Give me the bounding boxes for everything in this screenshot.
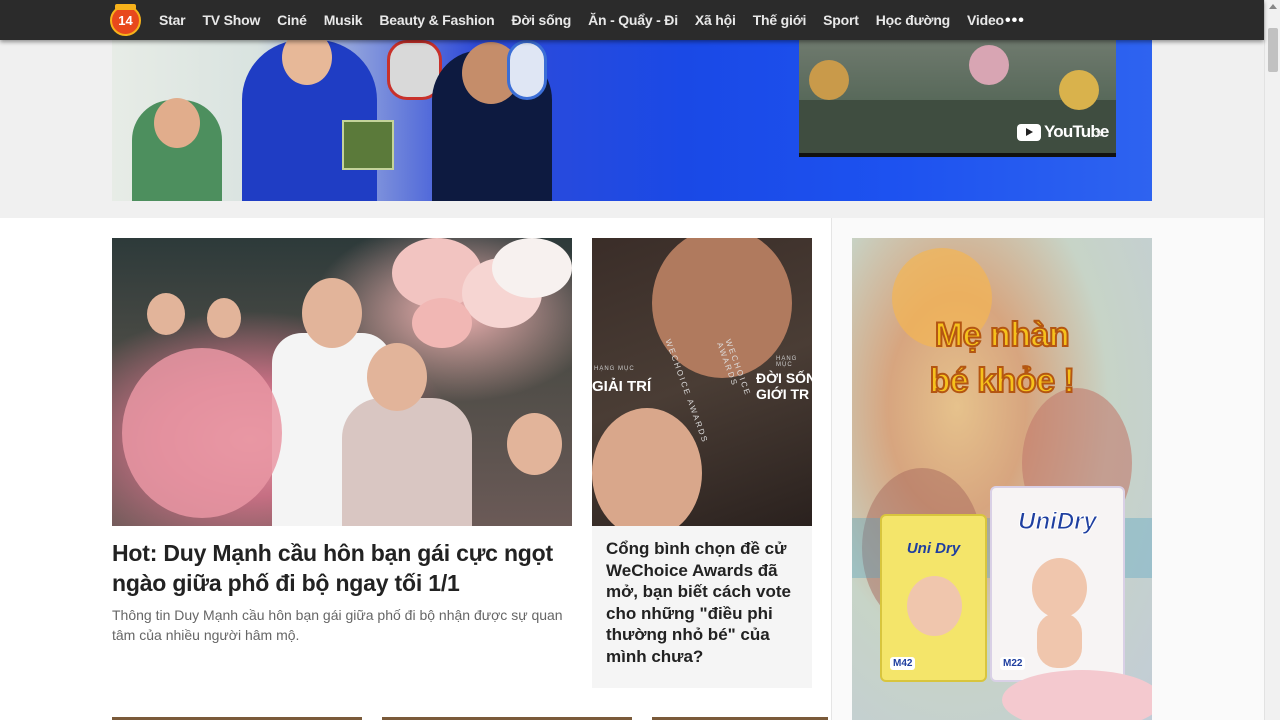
side-article-card[interactable]: HẠNG MỤC HẠNG MỤC GIẢI TRÍ ĐỜI SỐN GIỚI T… (592, 238, 812, 688)
baby-figure (907, 576, 962, 636)
top-navigation-bar: 14 Star TV Show Ciné Musik Beauty & Fash… (0, 0, 1264, 40)
nav-item-the-gioi[interactable]: Thế giới (753, 12, 807, 28)
image-caption-category: GIẢI TRÍ (592, 378, 652, 395)
nav-item-tv-show[interactable]: TV Show (202, 12, 260, 28)
nav-item-cine[interactable]: Ciné (277, 12, 307, 28)
nav-item-sport[interactable]: Sport (823, 12, 859, 28)
video-tree-shape (1059, 70, 1099, 110)
sidebar-ad[interactable]: Mẹ nhàn bé khỏe ! Uni Dry M42 UniDry M22 (852, 238, 1152, 720)
video-tree-shape (809, 60, 849, 100)
nav-menu: Star TV Show Ciné Musik Beauty & Fashion… (159, 0, 1021, 40)
column-divider (831, 218, 832, 720)
banh-chung-gift-icon (342, 120, 394, 170)
balloon-shape (492, 238, 572, 298)
nav-item-xa-hoi[interactable]: Xã hội (695, 12, 736, 28)
bride-face (367, 343, 427, 411)
video-tree-shape (969, 45, 1009, 85)
image-caption-small: HẠNG MỤC (776, 356, 798, 368)
nav-item-hoc-duong[interactable]: Học đường (876, 12, 950, 28)
pack-size: M42 (890, 657, 916, 670)
embedded-video[interactable]: YouTube × (799, 40, 1116, 157)
image-caption-category: ĐỜI SỐN GIỚI TR (756, 370, 812, 402)
main-article-image[interactable] (112, 238, 572, 526)
scroll-up-arrow-icon[interactable] (1269, 4, 1277, 9)
crowd-face (147, 293, 185, 335)
diaper-pack-small: Uni Dry M42 (880, 514, 987, 682)
bride-figure (342, 398, 472, 526)
diaper-pack-large: UniDry M22 (990, 486, 1125, 682)
nav-item-doi-song[interactable]: Đời sống (511, 12, 571, 28)
balloon-shape (412, 298, 472, 348)
site-logo[interactable]: 14 (110, 4, 141, 36)
baby-body (1037, 613, 1082, 668)
baby-figure (1032, 558, 1087, 618)
logo-crown-icon (115, 4, 136, 10)
main-article-summary: Thông tin Duy Mạnh cầu hôn bạn gái giữa … (112, 607, 563, 643)
nav-item-video[interactable]: Video (967, 12, 1004, 28)
child-face (507, 413, 562, 475)
banner-kid-figure (132, 98, 222, 201)
scrollbar-thumb[interactable] (1268, 28, 1278, 72)
side-article-image[interactable]: HẠNG MỤC HẠNG MỤC GIẢI TRÍ ĐỜI SỐN GIỚI T… (592, 238, 812, 526)
nav-item-musik[interactable]: Musik (324, 12, 363, 28)
side-article-title[interactable]: Cổng bình chọn đề cử WeChoice Awards đã … (606, 538, 801, 668)
youtube-play-icon (1017, 123, 1041, 141)
more-menu-icon[interactable]: ••• (1005, 12, 1025, 30)
ad-headline: Mẹ nhàn bé khỏe ! (929, 315, 1076, 401)
pack-brand: UniDry (1018, 508, 1098, 536)
close-icon[interactable]: × (1095, 126, 1103, 141)
nav-item-an-quay-di[interactable]: Ăn - Quẩy - Đi (588, 12, 678, 28)
flower-bouquet-shape (122, 348, 282, 518)
nav-item-star[interactable]: Star (159, 12, 186, 28)
pack-brand: Uni Dry (906, 540, 961, 557)
pack-size: M22 (1000, 657, 1026, 670)
logo-text: 14 (118, 13, 133, 28)
groom-face (302, 278, 362, 348)
crowd-face (207, 298, 241, 338)
page-scrollbar[interactable] (1264, 0, 1280, 720)
lion-mask-blue-icon (507, 40, 547, 100)
nav-item-beauty-fashion[interactable]: Beauty & Fashion (379, 12, 494, 28)
girl-figure (592, 408, 702, 526)
main-article-title[interactable]: Hot: Duy Mạnh cầu hôn bạn gái cực ngọt n… (112, 538, 572, 598)
image-caption-small: HẠNG MỤC (594, 366, 635, 372)
